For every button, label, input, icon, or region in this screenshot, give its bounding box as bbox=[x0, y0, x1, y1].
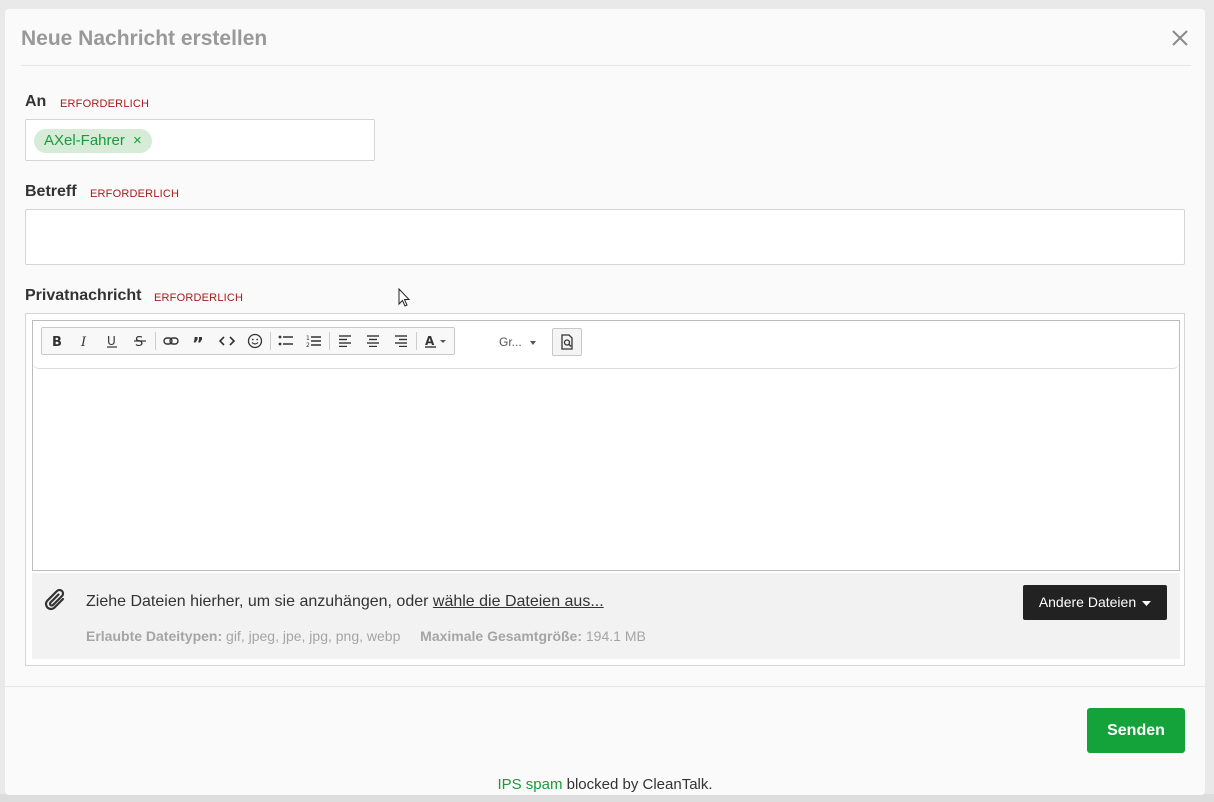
strikethrough-button[interactable]: S bbox=[126, 328, 154, 354]
align-left-button[interactable] bbox=[331, 328, 359, 354]
toolbar-separator bbox=[155, 332, 156, 350]
align-center-button[interactable] bbox=[359, 328, 387, 354]
quote-button[interactable]: ” bbox=[185, 328, 213, 354]
emoji-icon bbox=[247, 333, 263, 349]
message-editor-container: B I U S ” bbox=[25, 313, 1185, 666]
spam-notice: IPS spam blocked by CleanTalk. bbox=[5, 776, 1205, 793]
recipient-token-label: AXel-Fahrer bbox=[44, 132, 125, 149]
allowed-types-label: Erlaubte Dateitypen: bbox=[86, 628, 223, 644]
underline-button[interactable]: U bbox=[98, 328, 126, 354]
message-required-badge: ERFORDERLICH bbox=[154, 292, 244, 304]
link-icon bbox=[163, 337, 179, 345]
spam-notice-text: blocked by CleanTalk. bbox=[562, 776, 713, 793]
message-editor: B I U S ” bbox=[32, 320, 1180, 571]
align-left-icon bbox=[339, 335, 351, 347]
subject-input[interactable] bbox=[25, 209, 1185, 265]
link-button[interactable] bbox=[157, 328, 185, 354]
modal-title: Neue Nachricht erstellen bbox=[21, 27, 268, 50]
font-size-select-value: Gr... bbox=[499, 335, 522, 349]
choose-files-link[interactable]: wähle die Dateien aus... bbox=[433, 593, 604, 610]
editor-toolbar: B I U S ” bbox=[33, 321, 1179, 369]
recipient-token-remove-button[interactable]: × bbox=[133, 132, 142, 149]
preview-button[interactable] bbox=[552, 328, 582, 356]
align-right-icon bbox=[395, 335, 407, 347]
subject-required-badge: ERFORDERLICH bbox=[90, 188, 180, 200]
other-files-button-label: Andere Dateien bbox=[1038, 594, 1137, 610]
bulleted-list-icon bbox=[278, 335, 293, 346]
attachment-limits: Erlaubte Dateitypen: gif, jpeg, jpe, jpg… bbox=[86, 628, 646, 644]
allowed-types-value: gif, jpeg, jpe, jpg, png, webp bbox=[226, 628, 401, 644]
code-icon bbox=[219, 336, 235, 346]
toolbar-button-group: B I U S ” bbox=[41, 327, 455, 355]
toolbar-separator bbox=[329, 332, 330, 350]
emoji-button[interactable] bbox=[241, 328, 269, 354]
toolbar-separator bbox=[270, 332, 271, 350]
svg-text:I: I bbox=[80, 335, 87, 348]
max-size-label: Maximale Gesamtgröße: bbox=[420, 628, 582, 644]
caret-down-icon bbox=[1142, 601, 1151, 606]
recipient-input[interactable]: AXel-Fahrer × bbox=[25, 119, 375, 161]
svg-text:U: U bbox=[107, 334, 116, 348]
quote-icon: ” bbox=[192, 334, 204, 348]
numbered-list-button[interactable]: 12 bbox=[300, 328, 328, 354]
other-files-button[interactable]: Andere Dateien bbox=[1022, 585, 1167, 620]
chevron-down-icon bbox=[530, 341, 537, 345]
modal-footer: Senden IPS spam blocked by CleanTalk. bbox=[5, 686, 1205, 795]
recipient-token: AXel-Fahrer × bbox=[34, 129, 152, 153]
modal-header: Neue Nachricht erstellen bbox=[21, 9, 1191, 66]
mouse-cursor-icon bbox=[398, 288, 411, 307]
message-textarea[interactable] bbox=[33, 369, 1179, 569]
close-button[interactable] bbox=[1167, 25, 1193, 51]
font-size-select[interactable]: Gr... bbox=[499, 335, 537, 349]
to-label: An bbox=[25, 93, 47, 110]
to-required-badge: ERFORDERLICH bbox=[60, 98, 150, 110]
text-color-icon: A bbox=[425, 334, 446, 348]
bold-button[interactable]: B bbox=[42, 328, 70, 354]
align-center-icon bbox=[367, 335, 379, 347]
bold-icon: B bbox=[52, 335, 62, 348]
strikethrough-icon: S bbox=[134, 335, 146, 348]
attachment-instructions-text: Ziehe Dateien hierher, um sie anzuhängen… bbox=[86, 593, 433, 610]
new-message-modal: Neue Nachricht erstellen An ERFORDERLICH… bbox=[5, 9, 1205, 795]
close-icon bbox=[1172, 30, 1188, 46]
max-size-value: 194.1 MB bbox=[585, 628, 646, 644]
svg-text:1: 1 bbox=[306, 335, 310, 342]
italic-icon: I bbox=[80, 335, 87, 348]
spam-link[interactable]: IPS spam bbox=[497, 776, 562, 793]
italic-button[interactable]: I bbox=[70, 328, 98, 354]
code-button[interactable] bbox=[213, 328, 241, 354]
attachment-dropzone[interactable]: Ziehe Dateien hierher, um sie anzuhängen… bbox=[32, 573, 1180, 659]
svg-text:”: ” bbox=[192, 334, 204, 348]
bulleted-list-button[interactable] bbox=[272, 328, 300, 354]
background-page-bottom bbox=[0, 794, 1214, 802]
subject-label: Betreff bbox=[25, 183, 77, 200]
numbered-list-icon: 12 bbox=[306, 335, 321, 348]
underline-icon: U bbox=[107, 334, 117, 348]
svg-text:2: 2 bbox=[306, 342, 310, 348]
toolbar-separator bbox=[416, 332, 417, 350]
svg-text:A: A bbox=[425, 334, 435, 348]
message-label: Privatnachricht bbox=[25, 287, 142, 304]
send-button[interactable]: Senden bbox=[1087, 708, 1185, 753]
preview-icon bbox=[561, 334, 573, 350]
align-right-button[interactable] bbox=[387, 328, 415, 354]
paperclip-icon bbox=[42, 585, 72, 615]
attachment-instructions: Ziehe Dateien hierher, um sie anzuhängen… bbox=[86, 593, 604, 611]
svg-text:B: B bbox=[52, 335, 62, 348]
text-color-button[interactable]: A bbox=[418, 328, 454, 354]
